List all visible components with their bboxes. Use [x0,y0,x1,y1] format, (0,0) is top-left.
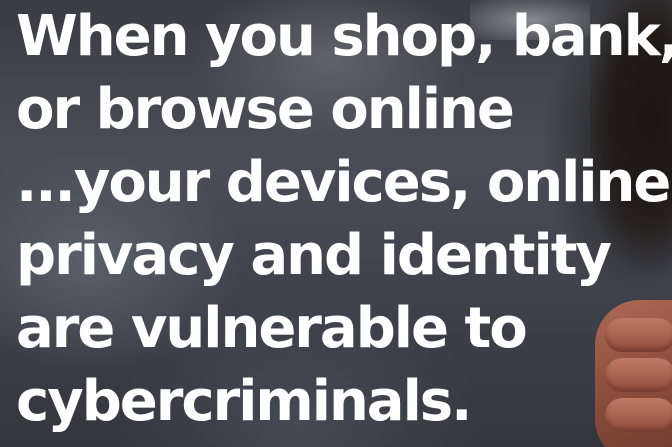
headline-line: cybercriminals. [16,369,472,434]
headline-line: are vulnerable to [16,296,528,361]
hero-banner: When you shop, bank, or browse online ..… [0,0,672,447]
headline-line: ...your devices, online [16,150,671,215]
headline-line: or browse online [16,77,515,142]
hero-headline: When you shop, bank, or browse online ..… [16,0,672,438]
headline-line: privacy and identity [16,223,612,288]
headline-line: When you shop, bank, [16,4,672,69]
